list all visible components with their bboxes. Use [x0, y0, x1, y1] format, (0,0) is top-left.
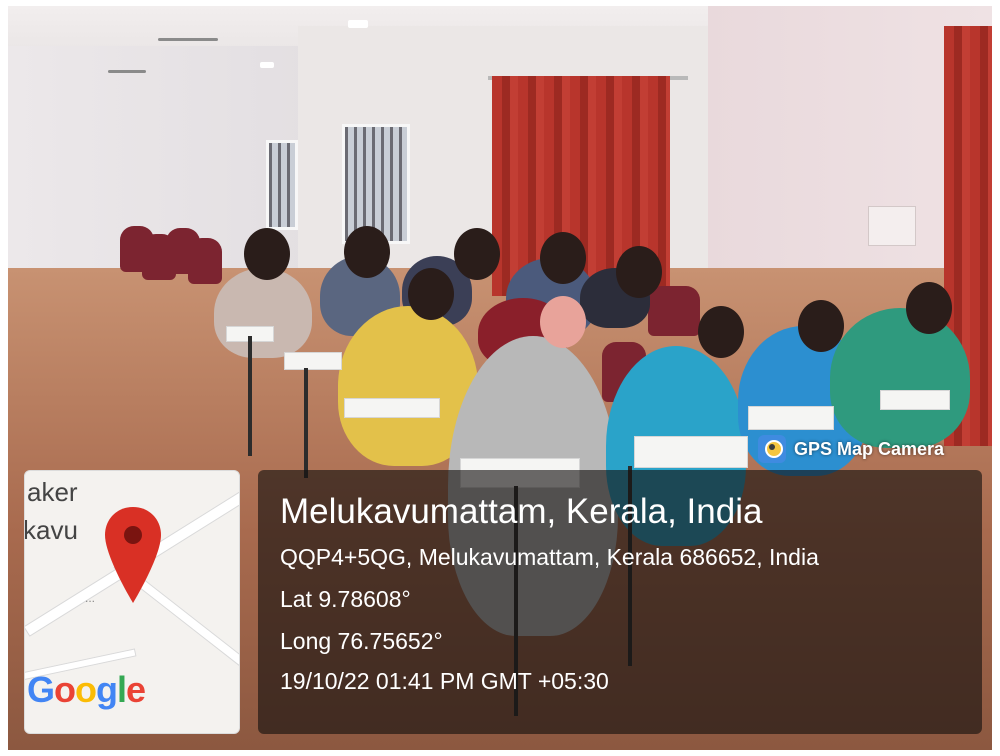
window	[342, 124, 410, 244]
google-logo: Google	[27, 669, 146, 710]
student-head	[454, 228, 500, 280]
student	[830, 308, 970, 448]
badge-label: GPS Map Camera	[794, 438, 945, 459]
ceiling-light	[348, 20, 368, 28]
longitude: Long 76.75652°	[280, 628, 443, 654]
desk-leg	[304, 368, 308, 478]
location-address: QQP4+5QG, Melukavumattam, Kerala 686652,…	[280, 544, 819, 570]
exam-paper	[880, 390, 950, 410]
ceiling-fan	[108, 70, 146, 73]
map-dots: ...	[85, 591, 96, 605]
student-head	[244, 228, 290, 280]
student-head	[616, 246, 662, 298]
ceiling-light	[260, 62, 274, 68]
location-title: Melukavumattam, Kerala, India	[280, 492, 763, 531]
chair	[188, 238, 222, 284]
timestamp: 19/10/22 01:41 PM GMT +05:30	[280, 668, 609, 694]
switch-board	[868, 206, 916, 246]
latitude: Lat 9.78608°	[280, 586, 411, 612]
map-place-label: aker	[27, 477, 78, 507]
window	[266, 140, 298, 230]
map-pin-icon	[105, 507, 161, 603]
student-head	[698, 306, 744, 358]
student-head	[344, 226, 390, 278]
map-place-label: kavu	[24, 515, 78, 545]
exam-paper	[634, 436, 748, 468]
student-head	[540, 232, 586, 284]
exam-paper	[748, 406, 834, 430]
map-thumbnail: aker kavu ... Google	[24, 470, 240, 734]
chair	[648, 286, 700, 336]
exam-paper	[284, 352, 342, 370]
exam-paper	[344, 398, 440, 418]
gps-map-camera-icon	[758, 435, 786, 463]
gps-map-camera-badge: GPS Map Camera	[758, 432, 944, 466]
student	[214, 268, 312, 358]
desk-leg	[248, 336, 252, 456]
student-head	[906, 282, 952, 334]
location-info-panel: Melukavumattam, Kerala, India QQP4+5QG, …	[258, 470, 982, 734]
student-head	[540, 296, 586, 348]
student-head	[408, 268, 454, 320]
ceiling-fan	[158, 38, 218, 41]
student-head	[798, 300, 844, 352]
